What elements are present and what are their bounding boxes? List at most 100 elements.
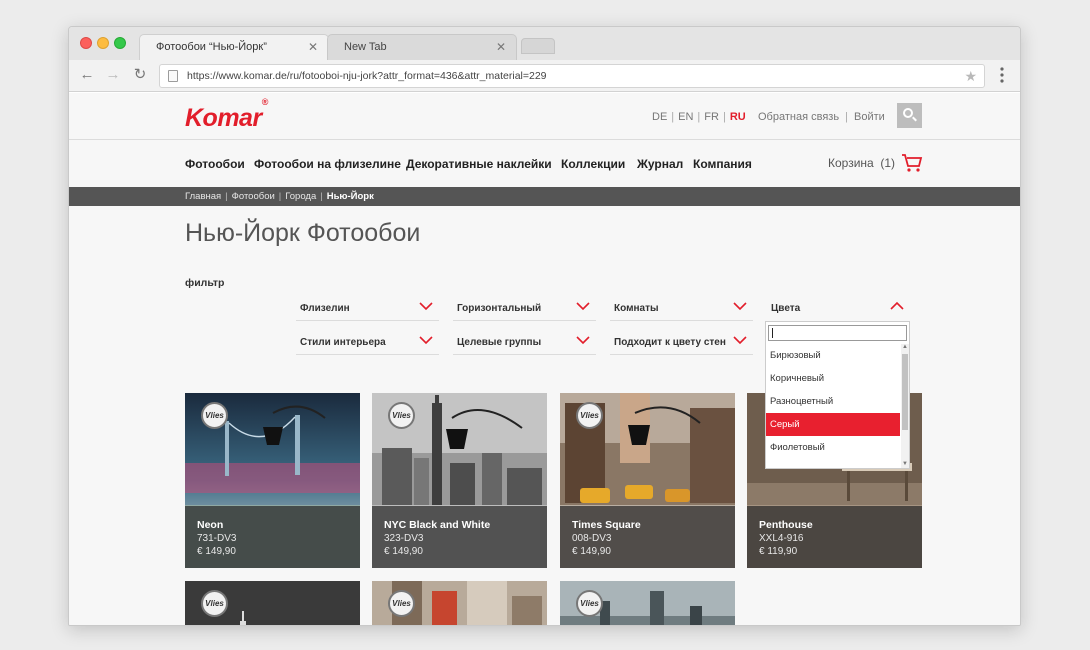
- product-price: € 149,90: [197, 546, 236, 557]
- cart-link[interactable]: Корзина (1): [828, 156, 895, 170]
- tab-komar[interactable]: Фотообои “Нью-Йорк” ✕: [139, 34, 329, 60]
- filter-target-groups[interactable]: Целевые группы: [453, 329, 596, 355]
- scroll-down-icon[interactable]: ▼: [902, 461, 908, 467]
- product-price: € 119,90: [759, 546, 798, 557]
- chevron-down-icon: [733, 336, 747, 345]
- site-header: Komar® DE | EN | FR | RU Обратная связь | Войт…: [69, 93, 1020, 140]
- product-card[interactable]: Vlies NYC Black and White 323-DV3 € 149,…: [372, 393, 547, 568]
- lang-ru[interactable]: RU: [730, 111, 746, 123]
- cart-icon[interactable]: [901, 153, 923, 173]
- nav-item-fotooboi[interactable]: Фотообои: [185, 157, 245, 171]
- vlies-badge-icon: Vlies: [388, 402, 415, 429]
- filter-flizelin[interactable]: Флизелин: [296, 295, 439, 321]
- tab-close-icon[interactable]: ✕: [308, 35, 318, 59]
- maximize-window-button[interactable]: [114, 37, 126, 49]
- reload-icon[interactable]: ↻: [130, 65, 150, 85]
- chevron-down-icon: [576, 302, 590, 311]
- scrollbar-thumb[interactable]: [902, 354, 908, 430]
- dropdown-scrollbar[interactable]: ▲ ▼: [901, 344, 909, 468]
- color-search-input[interactable]: [768, 325, 907, 341]
- chevron-down-icon: [419, 336, 433, 345]
- search-button[interactable]: [897, 103, 922, 128]
- filter-label: фильтр: [185, 277, 225, 289]
- nav-item-stickers[interactable]: Декоративные наклейки: [406, 157, 552, 171]
- product-code: XXL4-916: [759, 533, 804, 544]
- main-nav: Фотообои Фотообои на флизелине Декоратив…: [69, 140, 1020, 187]
- login-link[interactable]: Войти: [854, 111, 885, 123]
- color-option-grey[interactable]: Серый: [766, 413, 900, 436]
- web-page: Komar® DE | EN | FR | RU Обратная связь | Войт…: [69, 93, 1020, 625]
- browser-toolbar: ← → ↻ https://www.komar.de/ru/fotooboi-n…: [69, 60, 1020, 92]
- breadcrumb-fotooboi[interactable]: Фотообои: [232, 191, 275, 202]
- color-option-brown[interactable]: Коричневый: [766, 367, 900, 390]
- filter-rooms[interactable]: Комнаты: [610, 295, 753, 321]
- nav-item-collections[interactable]: Коллекции: [561, 157, 625, 171]
- chevron-up-icon: [890, 301, 904, 310]
- chevron-down-icon: [419, 302, 433, 311]
- close-window-button[interactable]: [80, 37, 92, 49]
- komar-logo[interactable]: Komar®: [185, 97, 268, 133]
- product-code: 731-DV3: [197, 533, 237, 544]
- vlies-badge-icon: Vlies: [201, 590, 228, 617]
- nav-item-journal[interactable]: Журнал: [637, 157, 683, 171]
- chevron-down-icon: [576, 336, 590, 345]
- vlies-badge-icon: Vlies: [201, 402, 228, 429]
- lang-de[interactable]: DE: [652, 111, 667, 123]
- breadcrumb-bar: Главная | Фотообои | Города | Нью-Йорк: [69, 187, 1020, 206]
- product-card[interactable]: Vlies: [560, 581, 735, 625]
- product-card[interactable]: Vlies Times Square 008-DV3 € 149,90: [560, 393, 735, 568]
- lang-fr[interactable]: FR: [704, 111, 719, 123]
- account-links: Обратная связь | Войти: [758, 111, 885, 123]
- color-option-violet[interactable]: Фиолетовый: [766, 436, 900, 459]
- page-title: Нью-Йорк Фотообои: [185, 219, 421, 247]
- new-tab-button[interactable]: [521, 38, 555, 54]
- breadcrumb: Главная | Фотообои | Города | Нью-Йорк: [185, 191, 374, 202]
- tab-new-tab[interactable]: New Tab ✕: [327, 34, 517, 60]
- tab-title: New Tab: [344, 41, 387, 53]
- breadcrumb-cities[interactable]: Города: [285, 191, 316, 202]
- vlies-badge-icon: Vlies: [576, 590, 603, 617]
- chevron-down-icon: [733, 302, 747, 311]
- browser-menu-icon[interactable]: [1000, 67, 1004, 83]
- filter-orientation[interactable]: Горизонтальный: [453, 295, 596, 321]
- language-switcher: DE | EN | FR | RU: [652, 111, 746, 123]
- product-card[interactable]: Vlies Neon 731-DV3 € 149,90: [185, 393, 360, 568]
- color-dropdown[interactable]: Бирюзовый Коричневый Разноцветный Серый …: [765, 321, 910, 469]
- tab-bar: Фотообои “Нью-Йорк” ✕ New Tab ✕: [69, 27, 1020, 60]
- breadcrumb-current: Нью-Йорк: [326, 191, 374, 202]
- product-code: 008-DV3: [572, 533, 612, 544]
- tab-title: Фотообои “Нью-Йорк”: [156, 41, 267, 53]
- product-name: NYC Black and White: [384, 519, 491, 531]
- color-options: Бирюзовый Коричневый Разноцветный Серый …: [766, 344, 900, 459]
- lang-en[interactable]: EN: [678, 111, 693, 123]
- product-name: Neon: [197, 519, 224, 531]
- url-text[interactable]: https://www.komar.de/ru/fotooboi-nju-jor…: [187, 65, 547, 87]
- back-icon[interactable]: ←: [77, 65, 97, 85]
- vlies-badge-icon: Vlies: [576, 402, 603, 429]
- browser-window: Фотообои “Нью-Йорк” ✕ New Tab ✕ ← → ↻ ht…: [68, 26, 1021, 626]
- product-price: € 149,90: [384, 546, 423, 557]
- tab-close-icon[interactable]: ✕: [496, 35, 506, 59]
- minimize-window-button[interactable]: [97, 37, 109, 49]
- product-price: € 149,90: [572, 546, 611, 557]
- color-option-turquoise[interactable]: Бирюзовый: [766, 344, 900, 367]
- page-icon: [168, 70, 178, 82]
- nav-item-flizelin[interactable]: Фотообои на флизелине: [254, 157, 401, 171]
- product-card[interactable]: Vlies: [372, 581, 547, 625]
- product-name: Penthouse: [759, 519, 813, 531]
- product-name: Times Square: [572, 519, 641, 531]
- feedback-link[interactable]: Обратная связь: [758, 111, 839, 123]
- vlies-badge-icon: Vlies: [388, 590, 415, 617]
- product-code: 323-DV3: [384, 533, 424, 544]
- address-bar[interactable]: https://www.komar.de/ru/fotooboi-nju-jor…: [159, 64, 985, 88]
- filter-colors[interactable]: Цвета: [767, 295, 910, 321]
- filter-interior-styles[interactable]: Стили интерьера: [296, 329, 439, 355]
- filter-wall-color[interactable]: Подходит к цвету стен: [610, 329, 753, 355]
- bookmark-star-icon[interactable]: ★: [964, 65, 977, 87]
- forward-icon[interactable]: →: [103, 65, 123, 85]
- color-option-multicolor[interactable]: Разноцветный: [766, 390, 900, 413]
- product-card[interactable]: Vlies: [185, 581, 360, 625]
- nav-item-company[interactable]: Компания: [693, 157, 752, 171]
- scroll-up-icon[interactable]: ▲: [902, 344, 908, 350]
- breadcrumb-home[interactable]: Главная: [185, 191, 221, 202]
